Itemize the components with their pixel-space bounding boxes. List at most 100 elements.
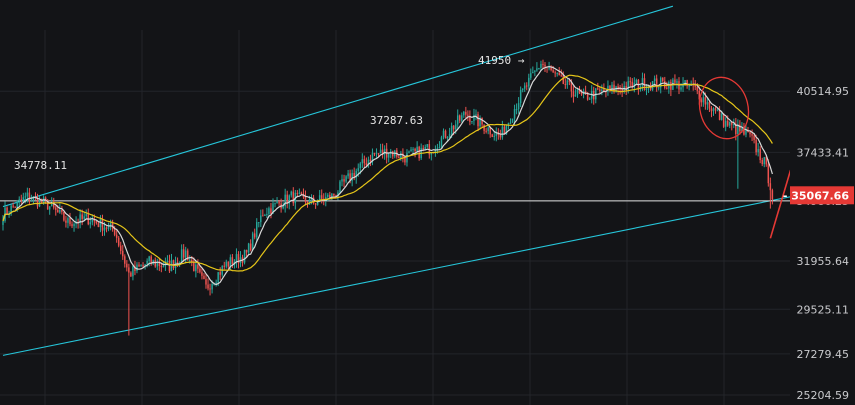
annotation-label: 41950 → <box>478 54 525 67</box>
candle-body <box>243 249 246 263</box>
candle-body <box>456 115 459 125</box>
candle-body <box>534 70 536 72</box>
candle-body <box>664 80 666 88</box>
candle-body <box>444 130 447 139</box>
candle-body <box>327 194 329 197</box>
candle-body <box>459 115 461 121</box>
candle-body <box>55 207 57 210</box>
candle-body <box>722 113 725 127</box>
candle-body <box>122 250 124 257</box>
candle-body <box>168 260 171 272</box>
candle-body <box>493 135 496 137</box>
candle-body <box>418 146 420 159</box>
candle-body <box>706 102 709 105</box>
candle-body <box>767 164 770 184</box>
candle <box>243 249 246 265</box>
candle-body <box>57 209 59 213</box>
candle-body <box>491 134 493 137</box>
candle-body <box>182 249 185 258</box>
y-axis-tick-label: 37433.41 <box>797 146 850 159</box>
candle-body <box>126 263 128 268</box>
candle-body <box>268 208 270 215</box>
candle-body <box>282 206 284 209</box>
candle-body <box>588 98 591 100</box>
candle-body <box>525 85 528 87</box>
candle-body <box>574 94 577 97</box>
candle-body <box>398 156 400 159</box>
candle-body <box>657 87 660 89</box>
candle-body <box>519 90 522 104</box>
candle-body <box>2 220 4 225</box>
candle-body <box>629 81 632 83</box>
candle-body <box>704 97 707 105</box>
candle <box>63 211 65 222</box>
candle-body <box>320 195 323 199</box>
candle-body <box>363 159 366 164</box>
candle-body <box>12 205 14 207</box>
candle-body <box>696 86 699 91</box>
candle-body <box>219 272 221 275</box>
candle-body <box>227 261 230 267</box>
candle-body <box>572 91 575 97</box>
candle-body <box>769 183 772 191</box>
candle-body <box>387 153 390 158</box>
candle-body <box>276 201 278 204</box>
candle-body <box>716 110 719 112</box>
candle-body <box>477 114 479 127</box>
candle-body <box>290 191 293 196</box>
candle-body <box>113 229 116 235</box>
candle-body <box>229 257 232 267</box>
y-axis-tick-label: 27279.45 <box>797 348 850 361</box>
candle-body <box>209 288 211 290</box>
candle-body <box>95 221 98 224</box>
candle-body <box>556 72 558 74</box>
candle <box>444 129 447 139</box>
candle-body <box>225 261 228 267</box>
candle <box>339 179 341 194</box>
candle-body <box>65 220 67 223</box>
candle-body <box>105 227 108 229</box>
candle-body <box>369 159 372 162</box>
candle-body <box>160 266 163 268</box>
candle-body <box>148 256 150 261</box>
candle-body <box>548 67 550 69</box>
candle-body <box>138 264 140 267</box>
candle-body <box>450 125 453 135</box>
candle-body <box>166 260 169 262</box>
candle <box>251 231 254 251</box>
candle-body <box>251 233 254 250</box>
candle-body <box>379 149 382 154</box>
candle-body <box>509 122 512 124</box>
candle-body <box>523 85 526 89</box>
candle-body <box>566 80 569 85</box>
candle-body <box>274 203 276 205</box>
candle-body <box>483 124 485 131</box>
candle-body <box>666 87 668 89</box>
candle-body <box>6 207 8 215</box>
candle-body <box>471 121 473 123</box>
candle-body <box>270 208 272 214</box>
candle-body <box>718 110 721 120</box>
candle-body <box>554 72 556 74</box>
candle-body <box>83 216 85 219</box>
candle-body <box>442 130 445 138</box>
candle-body <box>597 88 599 90</box>
candle-body <box>170 260 173 272</box>
candle-body <box>463 111 465 116</box>
candle-body <box>759 149 761 161</box>
annotation-label: 37287.63 <box>370 114 423 127</box>
candle-body <box>426 144 429 148</box>
candle-body <box>416 146 418 152</box>
y-axis[interactable]: 40514.9537433.4134986.2531955.6429525.11… <box>783 0 855 405</box>
candle-body <box>67 218 69 223</box>
candle-body <box>753 135 755 140</box>
candle-body <box>755 139 757 153</box>
candle-body <box>517 103 520 110</box>
candle-body <box>377 153 380 155</box>
candle-body <box>448 134 451 138</box>
candle-body <box>544 64 546 67</box>
candle-body <box>304 196 307 202</box>
candle-body <box>424 147 426 150</box>
candle-body <box>749 132 751 135</box>
candle-body <box>22 197 25 201</box>
